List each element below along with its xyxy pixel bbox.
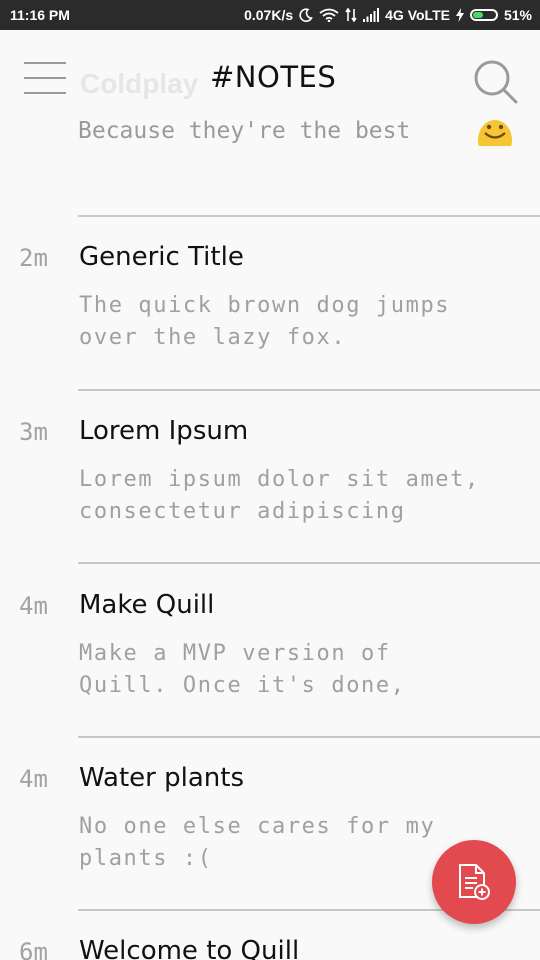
network-speed: 0.07K/s — [244, 7, 294, 23]
hamburger-menu-icon[interactable] — [24, 62, 66, 94]
note-age: 3m — [19, 418, 48, 446]
note-preview: Make a MVP version of Quill. Once it's d… — [79, 641, 406, 698]
moon-icon — [299, 8, 313, 22]
charging-bolt-icon — [455, 8, 464, 22]
new-note-icon — [459, 864, 490, 900]
note-title: Lorem Ipsum — [79, 416, 249, 446]
battery-icon — [469, 9, 498, 21]
data-arrows-icon — [345, 8, 357, 22]
smiley-emoji-icon — [478, 120, 512, 146]
signal-icon — [363, 8, 380, 22]
note-list-item[interactable]: 4m Make Quill Make a MVP version of Quil… — [0, 564, 540, 736]
note-preview: Lorem ipsum dolor sit amet, consectetur … — [79, 467, 480, 524]
wifi-icon — [319, 8, 339, 22]
note-age: 2m — [19, 244, 48, 272]
note-title: Water plants — [79, 763, 245, 793]
drawer-ghost-text: Coldplay — [80, 68, 199, 99]
status-time: 11:16 PM — [10, 7, 70, 23]
page-title: #NOTES — [210, 60, 337, 94]
note-list-item[interactable]: 2m Generic Title The quick brown dog jum… — [0, 216, 540, 388]
note-list-item[interactable]: 3m Lorem Ipsum Lorem ipsum dolor sit ame… — [0, 390, 540, 562]
note-preview: The quick brown dog jumps over the lazy … — [79, 293, 451, 350]
partial-note-text: Because they're the best — [78, 118, 411, 144]
note-age: 4m — [19, 765, 48, 793]
network-type: 4G VoLTE — [385, 7, 450, 23]
note-preview-partial[interactable]: Because they're the best — [78, 118, 540, 148]
status-right-group: 0.07K/s 4G VoLTE 51% — [244, 7, 532, 23]
note-title: Welcome to Quill — [79, 936, 300, 960]
note-title: Make Quill — [79, 590, 215, 620]
battery-percent: 51% — [503, 7, 532, 23]
note-age: 4m — [19, 592, 48, 620]
note-title: Generic Title — [79, 242, 244, 272]
app-bar: Coldplay #NOTES — [0, 30, 540, 128]
search-icon[interactable] — [470, 56, 520, 106]
status-icons — [299, 8, 380, 22]
new-note-button[interactable] — [432, 840, 516, 924]
note-age: 6m — [19, 938, 48, 960]
status-bar: 11:16 PM 0.07K/s 4G VoLTE 51% — [0, 0, 540, 30]
